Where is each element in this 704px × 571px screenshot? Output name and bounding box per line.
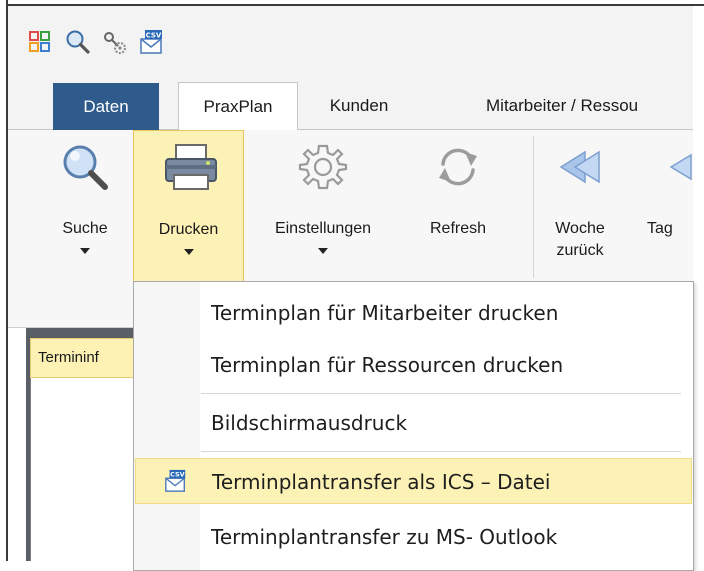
refresh-icon [433,142,483,192]
menu-item-label: Terminplan für Ressourcen drucken [211,353,564,377]
key-gear-icon[interactable] [100,28,128,56]
svg-text:CSV: CSV [170,471,185,479]
settings-button-label: Einstellungen [274,220,372,237]
settings-button[interactable]: Einstellungen [248,130,398,284]
chevron-down-icon [318,248,328,254]
chevron-down-icon [183,249,194,255]
menu-separator [201,393,681,394]
left-panel: Termininf [8,328,155,561]
gear-icon [298,142,348,192]
menu-item-label: Terminplan für Mitarbeiter drucken [211,301,559,325]
menu-item-label: Bildschirmausdruck [211,411,408,435]
magnifier-icon [60,142,110,192]
menu-item-print-resource-schedule[interactable]: Terminplan für Ressourcen drucken [135,342,692,388]
week-back-line2: zurück [556,242,604,259]
search-button[interactable]: Suche [40,130,130,284]
day-back-button-label: Tag [647,220,673,237]
panel-content [30,378,138,561]
quick-access-toolbar: CSV [8,6,693,72]
tab-daten[interactable]: Daten [53,83,159,130]
grid-icon[interactable] [26,28,54,56]
print-button[interactable]: Drucken [133,130,244,284]
menu-item-outlook-export[interactable]: Terminplantransfer zu MS- Outlook [135,514,692,560]
day-back-button[interactable]: Tag [638,130,693,284]
print-dropdown-menu: Terminplan für Mitarbeiter drucken Termi… [133,281,694,571]
menu-item-ics-export[interactable]: CSV Terminplantransfer als ICS – Datei [135,458,692,504]
chevron-down-icon [80,248,90,254]
refresh-button-label: Refresh [429,220,487,237]
tab-kunden[interactable]: Kunden [299,82,419,129]
menu-item-label: Terminplantransfer zu MS- Outlook [211,525,558,549]
search-icon[interactable] [64,28,92,56]
tab-mitarbeiter-ressourcen[interactable]: Mitarbeiter / Ressou [476,82,693,129]
refresh-button[interactable]: Refresh [406,130,510,284]
printer-icon [164,143,217,193]
menu-item-label: Terminplantransfer als ICS – Datei [212,470,551,494]
tab-praxplan[interactable]: PraxPlan [178,82,298,130]
double-arrow-left-icon [555,142,605,192]
arrow-left-icon [661,142,693,192]
search-button-label: Suche [62,220,108,237]
svg-text:CSV: CSV [146,31,162,39]
week-back-line1: Woche [555,220,605,237]
menu-item-print-staff-schedule[interactable]: Terminplan für Mitarbeiter drucken [135,290,692,336]
menu-separator [201,451,681,452]
csv-mail-icon[interactable]: CSV [138,28,166,56]
ribbon-group-separator [533,136,534,278]
ribbon-tab-strip: Daten PraxPlan Kunden Mitarbeiter / Ress… [8,72,693,130]
week-back-button-label: Woche zurück [540,218,620,262]
week-back-button[interactable]: Woche zurück [540,130,620,284]
menu-item-screen-print[interactable]: Bildschirmausdruck [135,400,692,446]
csv-mail-icon: CSV [164,469,188,493]
print-button-label: Drucken [158,221,219,238]
